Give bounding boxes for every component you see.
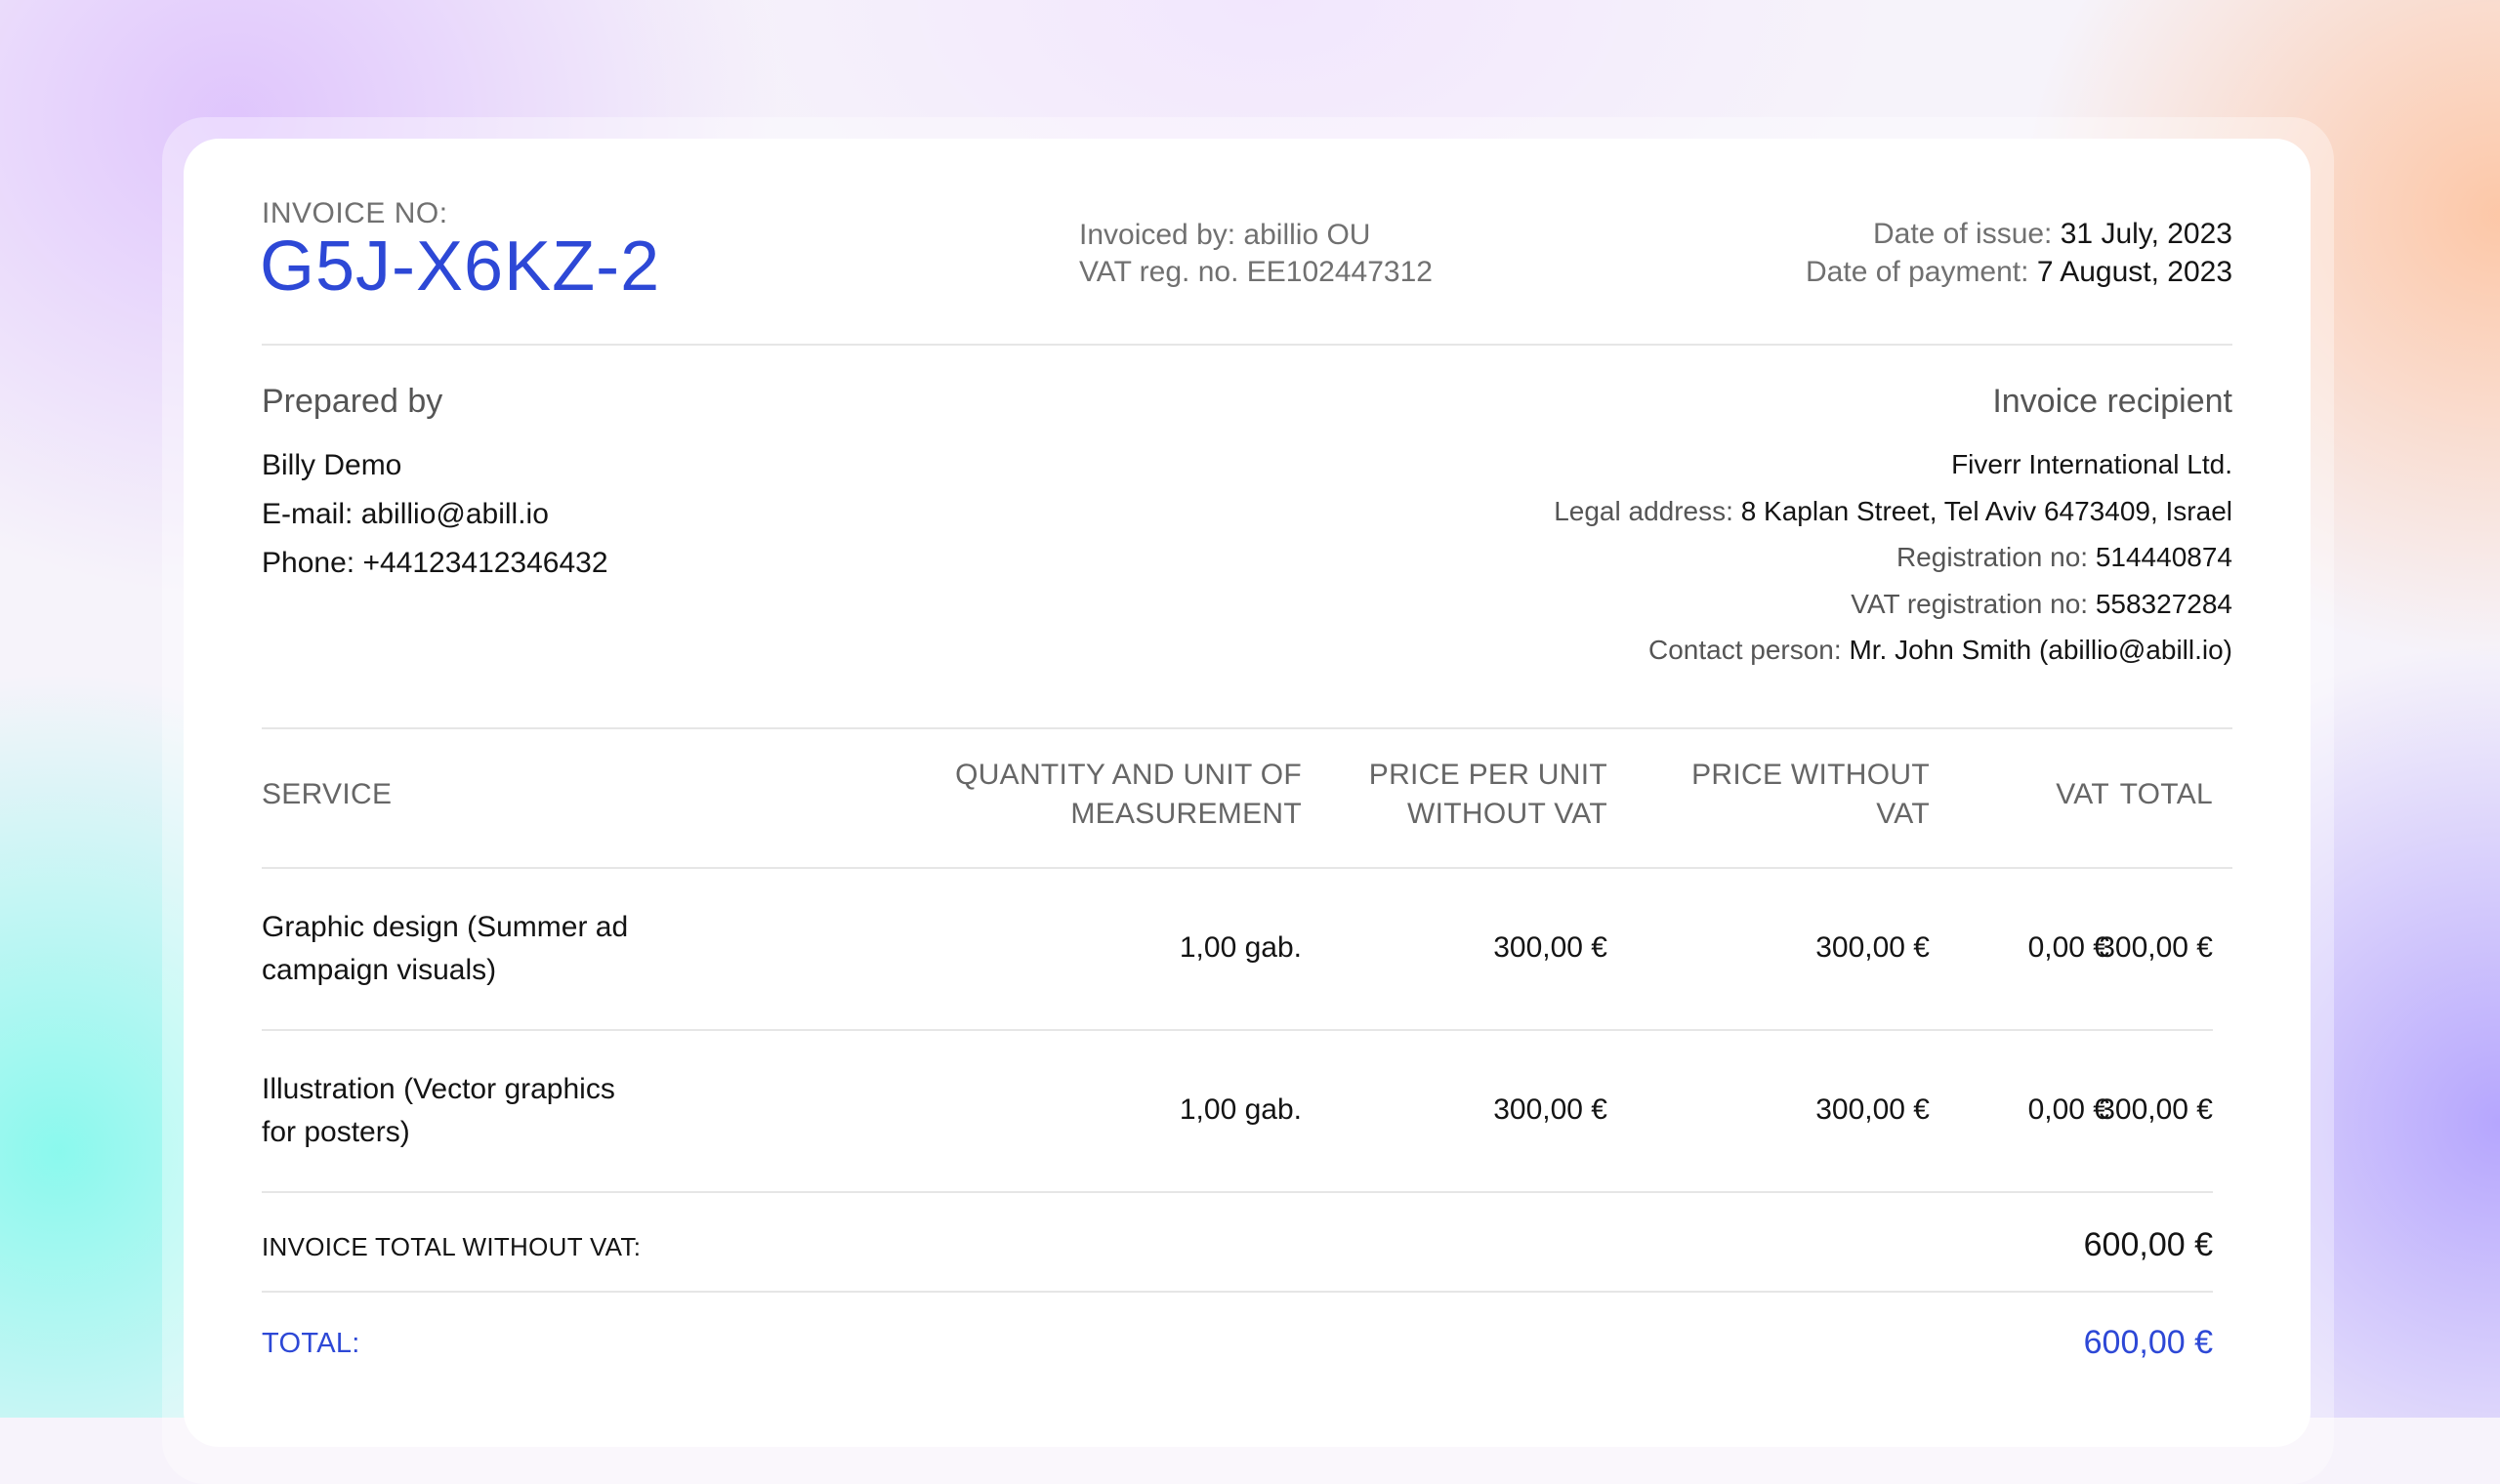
date-of-issue: Date of issue: 31 July, 2023 [1806, 215, 2232, 253]
service-name-line2: campaign visuals) [262, 954, 497, 986]
price-without-vat-cell: 300,00 € [1815, 1093, 1930, 1126]
col-header-total: TOTAL [2119, 778, 2213, 810]
recipient-registration: Registration no: 514440874 [1554, 534, 2232, 581]
price-per-unit-cell: 300,00 € [1493, 1093, 1607, 1126]
invoice-number: G5J-X6KZ-2 [260, 227, 661, 306]
total-cell: 300,00 € [2099, 931, 2213, 964]
details-divider [262, 727, 2232, 729]
subtotal-label: INVOICE TOTAL WITHOUT VAT: [262, 1232, 642, 1261]
invoiced-by: Invoiced by: abillio OU [1079, 219, 1371, 251]
vat-reg-number: VAT reg. no. EE102447312 [1079, 256, 1433, 288]
date-of-payment-label: Date of payment: [1806, 256, 2029, 288]
invoice-number-label: INVOICE NO: [262, 197, 448, 229]
header-divider [262, 344, 2232, 346]
invoice-dates: Date of issue: 31 July, 2023 Date of pay… [1806, 215, 2232, 291]
vat-registration-label: VAT registration no: [1851, 588, 2089, 619]
quantity-cell: 1,00 gab. [1179, 931, 1302, 964]
preparer-email: E-mail: abillio@abill.io [262, 490, 608, 539]
vat-cell: 0,00 € [2027, 1093, 2109, 1126]
table-header-divider [262, 867, 2232, 869]
col-header-price-per-unit-line2: WITHOUT VAT [1407, 798, 1607, 830]
invoice-recipient-title: Invoice recipient [1992, 383, 2232, 420]
total-cell: 300,00 € [2099, 1093, 2213, 1126]
service-cell: Graphic design (Summer ad campaign visua… [262, 906, 628, 992]
service-name-line1: Illustration (Vector graphics [262, 1073, 615, 1105]
preparer-name: Billy Demo [262, 449, 402, 481]
col-header-price-without-vat-line1: PRICE WITHOUT [1691, 759, 1930, 791]
recipient-vat: VAT registration no: 558327284 [1554, 581, 2232, 628]
row-divider [262, 1029, 2213, 1031]
phone-label: Phone: [262, 547, 355, 579]
vat-cell: 0,00 € [2027, 931, 2109, 964]
phone-value: +44123412346432 [362, 547, 608, 579]
service-cell: Illustration (Vector graphics for poster… [262, 1068, 615, 1154]
col-header-quantity: QUANTITY AND UNIT OF MEASUREMENT [955, 756, 1302, 834]
email-label: E-mail: [262, 498, 354, 530]
row-divider [262, 1191, 2213, 1193]
total-label: TOTAL: [262, 1328, 360, 1359]
service-name-line1: Graphic design (Summer ad [262, 911, 629, 943]
col-header-price-without-vat: PRICE WITHOUT VAT [1691, 756, 1930, 834]
prepared-by-details: Billy Demo E-mail: abillio@abill.io Phon… [262, 441, 608, 588]
recipient-company: Fiverr International Ltd. [1554, 441, 2232, 488]
summary-divider [262, 1291, 2213, 1293]
vat-registration-value: 558327284 [2095, 588, 2232, 619]
registration-label: Registration no: [1896, 542, 2089, 572]
subtotal-value: 600,00 € [2083, 1226, 2213, 1263]
service-name-line2: for posters) [262, 1116, 410, 1148]
recipient-company-name: Fiverr International Ltd. [1951, 449, 2232, 479]
address-value: 8 Kaplan Street, Tel Aviv 6473409, Israe… [1740, 495, 2232, 526]
col-header-service: SERVICE [262, 778, 393, 810]
prepared-by-title: Prepared by [262, 383, 443, 420]
issuer-info: Invoiced by: abillio OU VAT reg. no. EE1… [1079, 217, 1433, 291]
quantity-cell: 1,00 gab. [1179, 1093, 1302, 1126]
invoice-card: INVOICE NO: G5J-X6KZ-2 Invoiced by: abil… [184, 139, 2311, 1447]
date-of-issue-label: Date of issue: [1872, 218, 2053, 250]
preparer-phone: Phone: +44123412346432 [262, 539, 608, 588]
contact-label: Contact person: [1647, 635, 1842, 665]
price-without-vat-cell: 300,00 € [1815, 931, 1930, 964]
col-header-vat: VAT [2056, 778, 2109, 810]
col-header-quantity-line2: MEASUREMENT [1070, 798, 1302, 830]
registration-value: 514440874 [2095, 542, 2232, 572]
total-value: 600,00 € [2083, 1324, 2213, 1361]
recipient-contact: Contact person: Mr. John Smith (abillio@… [1554, 627, 2232, 674]
col-header-price-per-unit-line1: PRICE PER UNIT [1368, 759, 1607, 791]
date-of-payment: Date of payment: 7 August, 2023 [1806, 253, 2232, 291]
recipient-details: Fiverr International Ltd. Legal address:… [1554, 441, 2232, 674]
email-value: abillio@abill.io [360, 498, 549, 530]
contact-value: Mr. John Smith (abillio@abill.io) [1849, 635, 2232, 665]
col-header-quantity-line1: QUANTITY AND UNIT OF [955, 759, 1302, 791]
date-of-issue-value: 31 July, 2023 [2060, 218, 2232, 250]
col-header-price-per-unit: PRICE PER UNIT WITHOUT VAT [1369, 756, 1607, 834]
price-per-unit-cell: 300,00 € [1493, 931, 1607, 964]
address-label: Legal address: [1554, 495, 1733, 526]
date-of-payment-value: 7 August, 2023 [2036, 256, 2232, 288]
recipient-address: Legal address: 8 Kaplan Street, Tel Aviv… [1554, 488, 2232, 535]
col-header-price-without-vat-line2: VAT [1876, 798, 1930, 830]
